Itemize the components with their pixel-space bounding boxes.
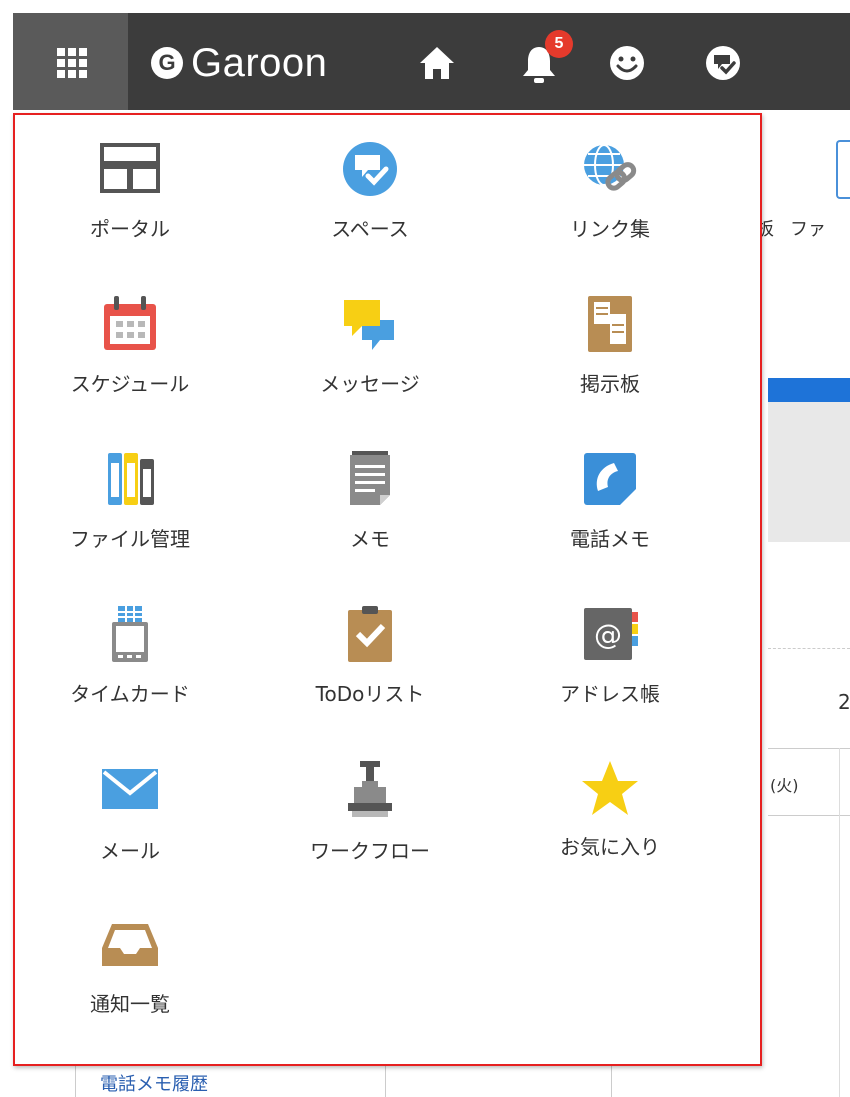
menu-item-label: 電話メモ xyxy=(570,527,650,551)
mail-icon xyxy=(98,757,162,821)
section-header-bar xyxy=(768,378,850,402)
top-header: G Garoon 5 xyxy=(13,13,850,110)
menu-item-label: メール xyxy=(100,839,160,863)
nav-label-file-partial[interactable]: ファ xyxy=(790,215,826,241)
menu-item-todo[interactable]: ToDoリスト xyxy=(255,580,485,710)
menu-item-bulletin[interactable]: 掲示板 xyxy=(495,270,725,400)
link-collection-icon xyxy=(578,137,642,201)
memo-icon xyxy=(338,447,402,511)
todo-clipboard-icon xyxy=(338,602,402,666)
svg-text:@: @ xyxy=(594,618,622,651)
address-book-icon: @ xyxy=(578,602,642,666)
table-column-divider xyxy=(839,748,840,1097)
portal-icon xyxy=(98,137,162,201)
home-icon[interactable] xyxy=(417,43,457,83)
menu-item-notifications[interactable]: 通知一覧 xyxy=(15,890,245,1020)
grid-icon xyxy=(57,48,87,78)
menu-item-timecard[interactable]: タイムカード xyxy=(15,580,245,710)
smiley-icon[interactable] xyxy=(607,43,647,83)
menu-item-schedule[interactable]: スケジュール xyxy=(15,270,245,400)
message-icon xyxy=(338,292,402,356)
table-header-cell: (火) xyxy=(770,776,799,795)
menu-item-label: ファイル管理 xyxy=(70,527,190,551)
menu-item-label: タイムカード xyxy=(70,682,190,706)
menu-item-label: 掲示板 xyxy=(580,372,640,396)
space-icon xyxy=(338,137,402,201)
background-panel xyxy=(768,402,850,542)
divider xyxy=(768,648,850,649)
calendar-icon xyxy=(98,292,162,356)
menu-item-message[interactable]: メッセージ xyxy=(255,270,485,400)
left-margin xyxy=(0,13,13,1097)
menu-item-memo[interactable]: メモ xyxy=(255,425,485,555)
menu-item-label: ToDoリスト xyxy=(315,682,425,706)
stamp-icon xyxy=(338,757,402,821)
menu-item-file-management[interactable]: ファイル管理 xyxy=(15,425,245,555)
star-icon xyxy=(578,757,642,821)
menu-item-favorites[interactable]: お気に入り xyxy=(495,735,725,865)
garoon-logo[interactable]: G Garoon xyxy=(151,40,328,85)
date-digit: 2 xyxy=(838,690,850,714)
nav-file-icon[interactable] xyxy=(836,140,850,199)
inbox-tray-icon xyxy=(98,912,162,976)
menu-item-portal[interactable]: ポータル xyxy=(15,115,245,245)
binders-icon xyxy=(98,447,162,511)
app-menu-button[interactable] xyxy=(13,13,128,110)
menu-item-label: ポータル xyxy=(90,217,170,241)
menu-item-phone-memo[interactable]: 電話メモ xyxy=(495,425,725,555)
menu-item-label: メッセージ xyxy=(320,372,420,396)
menu-item-label: スケジュール xyxy=(70,372,190,396)
phone-memo-history-link[interactable]: 電話メモ履歴 xyxy=(100,1070,208,1096)
menu-item-label: 通知一覧 xyxy=(90,992,170,1016)
application-menu: ポータル スペース リンク集 スケジュール メッセージ 掲示板 ファイル管理 メ… xyxy=(13,113,762,1066)
menu-item-links[interactable]: リンク集 xyxy=(495,115,725,245)
menu-item-label: メモ xyxy=(350,527,390,551)
menu-item-space[interactable]: スペース xyxy=(255,115,485,245)
menu-item-label: アドレス帳 xyxy=(560,682,660,706)
menu-item-mail[interactable]: メール xyxy=(15,735,245,865)
menu-item-label: ワークフロー xyxy=(310,839,430,863)
notification-badge: 5 xyxy=(545,30,573,58)
menu-item-label: スペース xyxy=(331,217,409,241)
bulletin-board-icon xyxy=(578,292,642,356)
menu-item-address-book[interactable]: @ アドレス帳 xyxy=(495,580,725,710)
phone-memo-icon xyxy=(578,447,642,511)
menu-item-workflow[interactable]: ワークフロー xyxy=(255,735,485,865)
logo-mark: G xyxy=(151,47,183,79)
menu-item-label: リンク集 xyxy=(570,217,650,241)
logo-text: Garoon xyxy=(191,40,328,85)
timecard-icon xyxy=(98,602,162,666)
menu-item-label: お気に入り xyxy=(560,835,660,859)
space-check-icon[interactable] xyxy=(703,43,743,83)
